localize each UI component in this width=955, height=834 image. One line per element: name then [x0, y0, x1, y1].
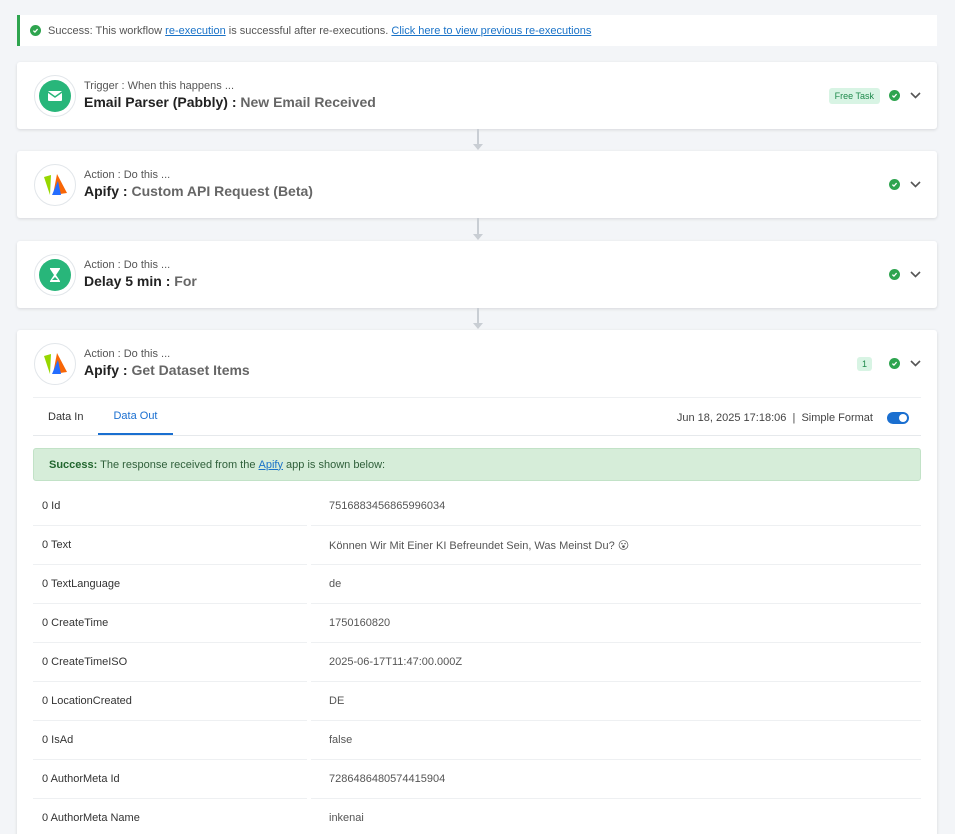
field-value: inkenai	[311, 799, 921, 834]
field-key: 0 LocationCreated	[33, 682, 307, 721]
field-value: DE	[311, 682, 921, 721]
field-value: de	[311, 565, 921, 604]
field-key: 0 CreateTimeISO	[33, 643, 307, 682]
field-value: 7516883456865996034	[311, 487, 921, 526]
view-previous-reexecutions-link[interactable]: Click here to view previous re-execution…	[391, 25, 591, 37]
response-success-message: Success: The response received from the …	[33, 448, 921, 481]
step-title: Delay 5 min : For	[84, 272, 197, 290]
field-value: 2025-06-17T11:47:00.000Z	[311, 643, 921, 682]
success-label: Success:	[49, 458, 98, 471]
tab-data-out[interactable]: Data Out	[98, 398, 173, 435]
status-check-icon	[889, 90, 900, 101]
reexecution-success-banner: Success: This workflow re-execution is s…	[17, 15, 937, 46]
apify-icon	[34, 163, 76, 206]
field-key: 0 AuthorMeta Name	[33, 799, 307, 834]
step-card-trigger[interactable]: Trigger : When this happens ... Email Pa…	[17, 62, 937, 129]
chevron-down-icon[interactable]	[909, 179, 921, 191]
field-key: 0 Id	[33, 487, 307, 526]
tab-data-in[interactable]: Data In	[33, 398, 98, 435]
reexecution-link[interactable]: re-execution	[165, 25, 226, 37]
status-check-icon	[889, 269, 900, 280]
step-app-name: Apify :	[84, 362, 128, 378]
table-row: 0 Id 7516883456865996034	[33, 487, 921, 526]
data-tabs: Data In Data Out Jun 18, 2025 17:18:06 |…	[33, 397, 921, 436]
step-card-delay[interactable]: Action : Do this ... Delay 5 min : For	[17, 241, 937, 308]
chevron-down-icon[interactable]	[909, 358, 921, 370]
table-row: 0 IsAd false	[33, 721, 921, 760]
chevron-down-icon[interactable]	[909, 90, 921, 102]
step-event-name: New Email Received	[240, 94, 376, 110]
status-check-icon	[889, 358, 900, 369]
field-value: false	[311, 721, 921, 760]
field-key: 0 TextLanguage	[33, 565, 307, 604]
table-row: 0 AuthorMeta Id 7286486480574415904	[33, 760, 921, 799]
free-task-badge: Free Task	[828, 87, 880, 104]
success-text: The response received from the	[97, 458, 259, 471]
step-app-name: Delay 5 min :	[84, 273, 171, 289]
step-connector-arrow	[473, 218, 483, 240]
step-event-name: Custom API Request (Beta)	[131, 183, 313, 199]
step-app-name: Email Parser (Pabbly) :	[84, 94, 237, 110]
chevron-down-icon[interactable]	[909, 269, 921, 281]
step-type-label: Action : Do this ...	[84, 348, 171, 360]
table-row: 0 CreateTime 1750160820	[33, 604, 921, 643]
banner-text-middle: is successful after re-executions.	[225, 24, 392, 37]
table-row: 0 CreateTimeISO 2025-06-17T11:47:00.000Z	[33, 643, 921, 682]
step-connector-arrow	[473, 308, 483, 329]
step-type-label: Trigger : When this happens ...	[84, 80, 234, 92]
status-check-icon	[889, 179, 900, 190]
banner-text-prefix: Success: This workflow	[48, 24, 166, 37]
step-event-name: For	[174, 273, 197, 289]
hourglass-icon	[34, 253, 76, 296]
field-value: Können Wir Mit Einer KI Befreundet Sein,…	[311, 526, 921, 565]
table-row: 0 AuthorMeta Name inkenai	[33, 799, 921, 834]
table-row: 0 TextLanguage de	[33, 565, 921, 604]
apify-icon	[34, 342, 76, 385]
step-header[interactable]: Action : Do this ... Apify : Get Dataset…	[17, 330, 937, 397]
success-text-end: app is shown below:	[283, 458, 386, 471]
field-key: 0 IsAd	[33, 721, 307, 760]
table-row: 0 Text Können Wir Mit Einer KI Befreunde…	[33, 526, 921, 565]
success-check-icon	[30, 25, 41, 36]
simple-format-toggle[interactable]	[887, 411, 909, 424]
field-key: 0 Text	[33, 526, 307, 565]
step-title: Apify : Get Dataset Items	[84, 361, 250, 379]
data-out-table: 0 Id 7516883456865996034 0 Text Können W…	[33, 487, 921, 834]
format-controls: Jun 18, 2025 17:18:06 | Simple Format	[677, 398, 909, 437]
step-app-name: Apify :	[84, 183, 128, 199]
step-card-apify-get-dataset: Action : Do this ... Apify : Get Dataset…	[17, 330, 937, 834]
step-title: Apify : Custom API Request (Beta)	[84, 182, 313, 200]
field-value: 7286486480574415904	[311, 760, 921, 799]
execution-count-badge: 1	[856, 356, 872, 371]
step-type-label: Action : Do this ...	[84, 169, 171, 181]
step-event-name: Get Dataset Items	[131, 362, 250, 378]
execution-timestamp: Jun 18, 2025 17:18:06	[676, 411, 787, 424]
step-connector-arrow	[473, 129, 483, 150]
simple-format-label: Simple Format	[801, 411, 873, 424]
field-value: 1750160820	[311, 604, 921, 643]
email-parser-icon	[34, 74, 76, 117]
apify-app-link[interactable]: Apify	[259, 459, 283, 471]
step-title: Email Parser (Pabbly) : New Email Receiv…	[84, 93, 376, 111]
field-key: 0 AuthorMeta Id	[33, 760, 307, 799]
table-row: 0 LocationCreated DE	[33, 682, 921, 721]
field-key: 0 CreateTime	[33, 604, 307, 643]
step-type-label: Action : Do this ...	[84, 259, 171, 271]
step-card-apify-custom-request[interactable]: Action : Do this ... Apify : Custom API …	[17, 151, 937, 218]
